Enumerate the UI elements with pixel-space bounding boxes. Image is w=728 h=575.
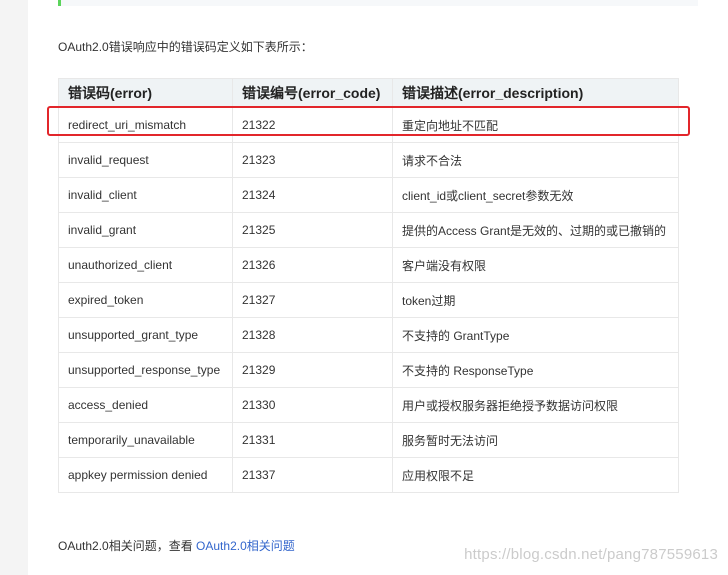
table-row: unsupported_grant_type 21328 不支持的 GrantT… [58, 317, 679, 353]
code-block-bottom-edge [58, 0, 698, 6]
table-header-row: 错误码(error) 错误编号(error_code) 错误描述(error_d… [58, 78, 679, 108]
cell-error-description: 应用权限不足 [392, 457, 679, 493]
header-error-description: 错误描述(error_description) [392, 78, 679, 108]
table-row: invalid_grant 21325 提供的Access Grant是无效的、… [58, 212, 679, 248]
table-row: unsupported_response_type 21329 不支持的 Res… [58, 352, 679, 388]
cell-error-description: token过期 [392, 282, 679, 318]
cell-error: redirect_uri_mismatch [58, 107, 233, 143]
cell-error-description: 服务暂时无法访问 [392, 422, 679, 458]
cell-error-code: 21322 [232, 107, 393, 143]
cell-error-description: 提供的Access Grant是无效的、过期的或已撤销的 [392, 212, 679, 248]
cell-error-description: 不支持的 GrantType [392, 317, 679, 353]
cell-error-code: 21324 [232, 177, 393, 213]
cell-error-code: 21329 [232, 352, 393, 388]
table-row: invalid_request 21323 请求不合法 [58, 142, 679, 178]
cell-error: temporarily_unavailable [58, 422, 233, 458]
cell-error-description: client_id或client_secret参数无效 [392, 177, 679, 213]
cell-error-code: 21323 [232, 142, 393, 178]
table-row: appkey permission denied 21337 应用权限不足 [58, 457, 679, 493]
cell-error-code: 21330 [232, 387, 393, 423]
related-questions-line: OAuth2.0相关问题，查看 OAuth2.0相关问题 [58, 537, 295, 554]
table-row: expired_token 21327 token过期 [58, 282, 679, 318]
table-row: temporarily_unavailable 21331 服务暂时无法访问 [58, 422, 679, 458]
related-questions-link[interactable]: OAuth2.0相关问题 [196, 539, 295, 553]
cell-error: access_denied [58, 387, 233, 423]
cell-error: expired_token [58, 282, 233, 318]
watermark-text: https://blog.csdn.net/pang787559613 [464, 546, 718, 563]
error-code-table: 错误码(error) 错误编号(error_code) 错误描述(error_d… [58, 78, 679, 493]
cell-error-code: 21331 [232, 422, 393, 458]
cell-error-description: 请求不合法 [392, 142, 679, 178]
cell-error-code: 21327 [232, 282, 393, 318]
header-error-code: 错误编号(error_code) [232, 78, 393, 108]
table-row: redirect_uri_mismatch 21322 重定向地址不匹配 [58, 107, 679, 143]
cell-error: unsupported_response_type [58, 352, 233, 388]
intro-paragraph: OAuth2.0错误响应中的错误码定义如下表所示： [58, 40, 313, 54]
table-row: access_denied 21330 用户或授权服务器拒绝授予数据访问权限 [58, 387, 679, 423]
cell-error-code: 21325 [232, 212, 393, 248]
cell-error: unauthorized_client [58, 247, 233, 283]
cell-error-description: 用户或授权服务器拒绝授予数据访问权限 [392, 387, 679, 423]
cell-error-description: 重定向地址不匹配 [392, 107, 679, 143]
cell-error-description: 客户端没有权限 [392, 247, 679, 283]
header-error: 错误码(error) [58, 78, 233, 108]
cell-error-description: 不支持的 ResponseType [392, 352, 679, 388]
cell-error: appkey permission denied [58, 457, 233, 493]
cell-error-code: 21326 [232, 247, 393, 283]
cell-error: invalid_client [58, 177, 233, 213]
cell-error: invalid_grant [58, 212, 233, 248]
table-row: unauthorized_client 21326 客户端没有权限 [58, 247, 679, 283]
cell-error: unsupported_grant_type [58, 317, 233, 353]
cell-error-code: 21337 [232, 457, 393, 493]
related-prefix: OAuth2.0相关问题，查看 [58, 539, 197, 553]
cell-error: invalid_request [58, 142, 233, 178]
cell-error-code: 21328 [232, 317, 393, 353]
table-row: invalid_client 21324 client_id或client_se… [58, 177, 679, 213]
